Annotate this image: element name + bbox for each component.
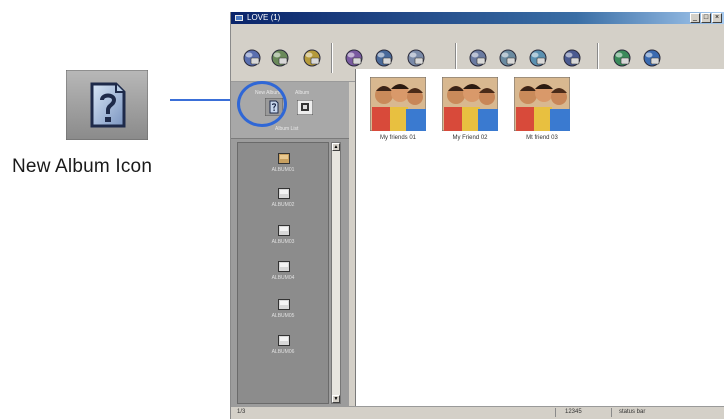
album-label: ALBUM01 (271, 167, 295, 173)
send-icon[interactable] (527, 47, 549, 69)
album-folder-icon (278, 261, 290, 272)
status-bar: 1/3 12345 status bar (231, 406, 724, 419)
toolbar-separator (331, 43, 333, 73)
album-label: ALBUM04 (271, 275, 295, 281)
sound-icon[interactable] (561, 47, 583, 69)
album-list-scrollbar[interactable]: ▲ ▼ (331, 142, 341, 404)
album-folder-icon (278, 225, 290, 236)
album-list-item[interactable]: ALBUM02 (238, 188, 328, 218)
album-label: ALBUM05 (271, 313, 295, 319)
camera-icon[interactable] (373, 47, 395, 69)
status-number: 12345 (565, 409, 582, 415)
album-list-item[interactable]: ALBUM01 (238, 153, 328, 183)
title-bar: LOVE (1) _ □ × (231, 12, 724, 24)
photo-thumbnail[interactable]: My Friend 02 (440, 77, 500, 145)
highlight-circle (237, 81, 287, 127)
album-folder-icon (278, 335, 290, 346)
album-list: ALBUM01 ALBUM02 ALBUM03 ALBUM04 ALBUM05 ALBUM… (237, 142, 329, 404)
tools-icon[interactable] (497, 47, 519, 69)
window-title: LOVE (1) (247, 13, 281, 22)
photo-caption: My friends 01 (379, 135, 416, 141)
album-label: ALBUM03 (271, 239, 295, 245)
album-list-item[interactable]: ALBUM03 (238, 225, 328, 255)
album-list-item[interactable]: ALBUM06 (238, 335, 328, 365)
photo-image (514, 77, 570, 131)
album-list-item[interactable]: ALBUM05 (238, 299, 328, 329)
photo-caption: My Friend 02 (452, 135, 488, 141)
new-album-icon-enlarged (65, 69, 149, 141)
album-folder-icon (278, 188, 290, 199)
photo-thumbnail[interactable]: Mt friend 03 (512, 77, 572, 145)
album-view-icon[interactable] (297, 100, 313, 115)
photo-edit-icon[interactable] (301, 47, 323, 69)
scroll-down-arrow-icon[interactable]: ▼ (332, 395, 340, 403)
album-folder-icon (278, 299, 290, 310)
album-label: ALBUM06 (271, 349, 295, 355)
album-panel-header: New Album Album Album List (231, 81, 349, 139)
album-icon[interactable] (269, 47, 291, 69)
globe-icon[interactable] (241, 47, 263, 69)
album-label: ALBUM02 (271, 202, 295, 208)
user-icon[interactable] (641, 47, 663, 69)
album-panel: New Album Album Album List ALBUM01 ALBUM0… (231, 81, 349, 406)
people-icon[interactable] (343, 47, 365, 69)
photo-caption: Mt friend 03 (526, 135, 558, 141)
callout-label: New Album Icon (12, 156, 153, 177)
photo-image (370, 77, 426, 131)
print-icon[interactable] (405, 47, 427, 69)
scroll-up-arrow-icon[interactable]: ▲ (332, 143, 340, 151)
album-list-item[interactable]: ALBUM04 (238, 261, 328, 291)
photo-grid: My friends 01 My Friend 02 Mt friend 03 (355, 69, 724, 407)
status-page-count: 1/3 (237, 409, 246, 415)
settings-icon[interactable] (467, 47, 489, 69)
photo-thumbnail[interactable]: My friends 01 (368, 77, 428, 145)
album-list-caption: Album List (275, 126, 299, 132)
maximize-button[interactable]: □ (701, 13, 711, 23)
album-caption: Album (295, 90, 310, 96)
status-text: status bar (619, 409, 646, 415)
app-icon (235, 15, 243, 21)
photo-image (442, 77, 498, 131)
minimize-button[interactable]: _ (690, 13, 700, 23)
album-folder-icon (278, 153, 290, 164)
help-icon[interactable] (611, 47, 633, 69)
app-window: LOVE (1) _ □ × New Album Album Album Lis… (230, 12, 724, 419)
close-button[interactable]: × (712, 13, 722, 23)
